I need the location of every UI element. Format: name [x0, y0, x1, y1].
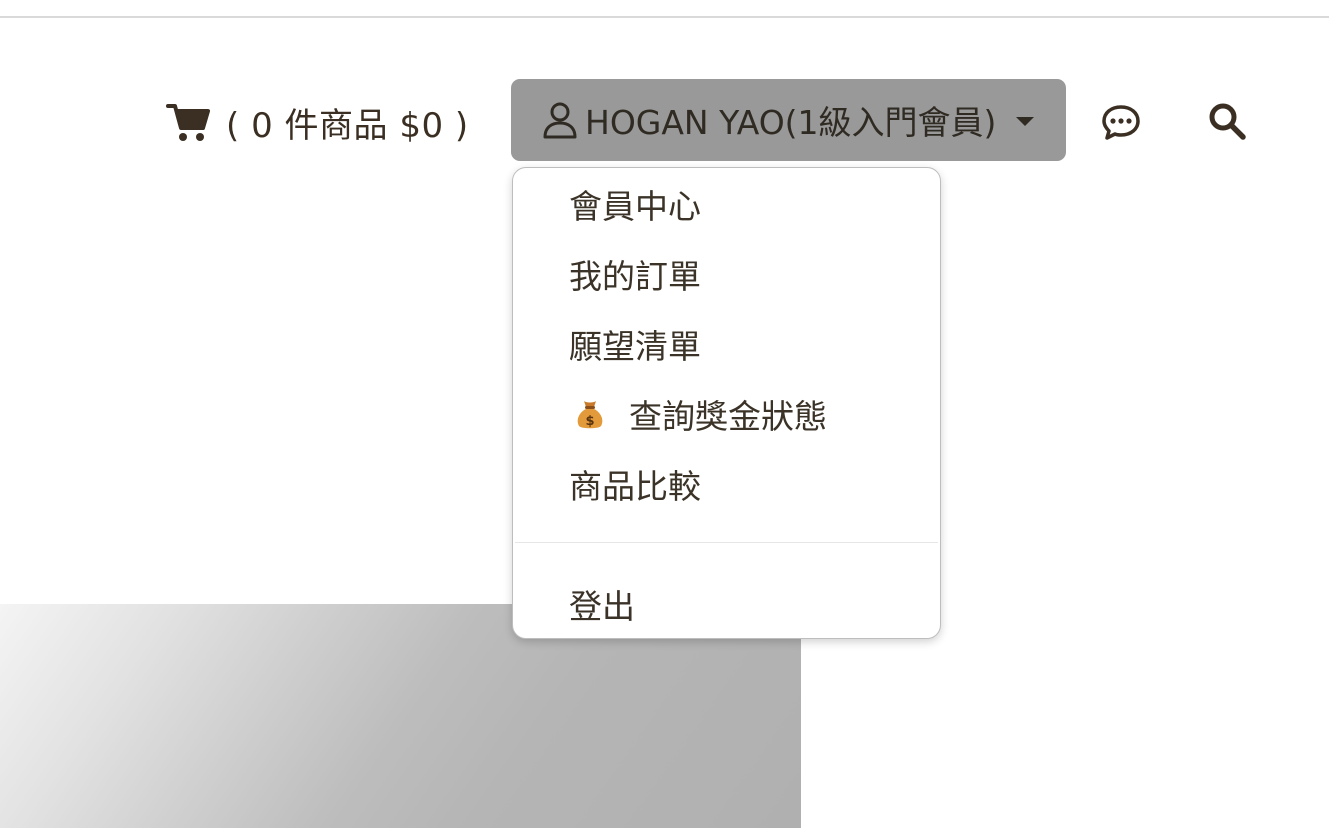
menu-item-label: 商品比較 — [569, 467, 701, 506]
menu-item-member-center[interactable]: 會員中心 — [513, 174, 940, 234]
menu-item-label: 我的訂單 — [569, 257, 701, 296]
cart-summary-button[interactable]: ( 0 件商品 $0 ) — [166, 98, 469, 146]
top-divider — [0, 16, 1329, 18]
account-dropdown-menu: 會員中心 我的訂單 願望清單 $ 查詢獎金狀態 商品比較 登出 — [512, 167, 941, 639]
menu-item-compare[interactable]: 商品比較 — [513, 454, 940, 514]
menu-item-my-orders[interactable]: 我的訂單 — [513, 244, 940, 304]
account-name-label: HOGAN YAO(1級入門會員) — [585, 103, 997, 142]
menu-item-label: 查詢獎金狀態 — [629, 397, 827, 436]
menu-item-label: 願望清單 — [569, 327, 701, 366]
menu-item-label: 會員中心 — [569, 187, 701, 226]
menu-item-wishlist[interactable]: 願望清單 — [513, 314, 940, 374]
cart-icon — [166, 104, 210, 141]
account-menu-button[interactable]: HOGAN YAO(1級入門會員) — [511, 79, 1066, 161]
menu-item-bonus-status[interactable]: $ 查詢獎金狀態 — [513, 384, 940, 444]
caret-down-icon — [1016, 117, 1034, 126]
menu-item-logout[interactable]: 登出 — [513, 574, 940, 634]
search-icon — [1209, 103, 1246, 140]
page: ( 0 件商品 $0 ) HOGAN YAO(1級入門會員) 會員中心 我的訂單 — [0, 0, 1329, 828]
chat-button[interactable] — [1101, 102, 1141, 142]
menu-item-label: 登出 — [569, 587, 635, 626]
chat-bubble-icon — [1102, 105, 1140, 140]
cart-summary-text: ( 0 件商品 $0 ) — [226, 105, 469, 146]
user-icon — [543, 102, 577, 139]
menu-divider — [515, 542, 938, 543]
svg-text:$: $ — [585, 414, 594, 429]
money-bag-icon: $ — [577, 401, 603, 429]
search-button[interactable] — [1207, 101, 1247, 141]
